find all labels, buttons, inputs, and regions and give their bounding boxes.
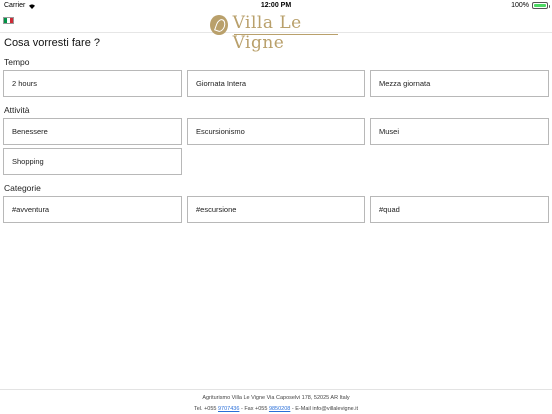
footer-tel-label: Tel. +055: [193, 406, 217, 412]
option-attivita-shopping[interactable]: Shopping: [3, 148, 182, 175]
battery-indicator: 100%: [511, 2, 550, 9]
option-label: Benessere: [12, 127, 48, 136]
footer-tel-link[interactable]: 9707436: [218, 406, 239, 412]
status-bar: Carrier 12:00 PM 100%: [0, 0, 552, 12]
battery-percent: 100%: [511, 2, 529, 9]
footer-contacts: Tel. +055 9707436 - Fax +055 9850208 - E…: [0, 406, 552, 412]
app-header: Villa Le Vigne: [0, 12, 552, 53]
footer-email-label: - E-Mail: [291, 406, 311, 412]
option-label: Musei: [379, 127, 400, 136]
footer: Agriturismo Villa Le Vigne Via Caposelvi…: [0, 389, 552, 414]
logo-text: Villa Le Vigne: [232, 13, 302, 53]
option-attivita-benessere[interactable]: Benessere: [3, 118, 182, 145]
status-time: 12:00 PM: [260, 2, 292, 9]
villa-le-vigne-logo: Villa Le Vigne: [210, 13, 344, 53]
section-title-tempo: Tempo: [4, 57, 30, 67]
option-attivita-musei[interactable]: Musei: [370, 118, 549, 145]
option-label: #escursione: [196, 205, 237, 214]
option-label: 2 hours: [12, 79, 38, 88]
section-title-attivita: Attività: [4, 105, 30, 115]
section-title-categorie: Categorie: [4, 183, 41, 193]
option-tempo-2-hours[interactable]: 2 hours: [3, 70, 182, 97]
footer-address: Agriturismo Villa Le Vigne Via Caposelvi…: [202, 395, 350, 401]
option-label: Shopping: [12, 157, 44, 166]
footer-email[interactable]: info@villalevigne.it: [312, 406, 358, 412]
option-categoria-escursione[interactable]: #escursione: [187, 196, 365, 223]
option-categoria-quad[interactable]: #quad: [370, 196, 549, 223]
battery-icon: [532, 2, 550, 9]
option-label: #quad: [379, 205, 400, 214]
option-label: Escursionismo: [196, 127, 245, 136]
italian-flag-icon[interactable]: [3, 17, 14, 24]
logo-emblem-icon: [210, 15, 228, 35]
option-tempo-giornata-intera[interactable]: Giornata Intera: [187, 70, 365, 97]
logo-ornament: [234, 34, 338, 36]
option-attivita-escursionismo[interactable]: Escursionismo: [187, 118, 365, 145]
footer-fax-link[interactable]: 9850208: [269, 406, 290, 412]
footer-fax-label: - Fax +055: [240, 406, 268, 412]
page-question: Cosa vorresti fare ?: [4, 37, 100, 49]
option-label: Mezza giornata: [379, 79, 431, 88]
option-categoria-avventura[interactable]: #avventura: [3, 196, 182, 223]
option-tempo-mezza-giornata[interactable]: Mezza giornata: [370, 70, 549, 97]
option-label: Giornata Intera: [196, 79, 247, 88]
option-label: #avventura: [12, 205, 50, 214]
